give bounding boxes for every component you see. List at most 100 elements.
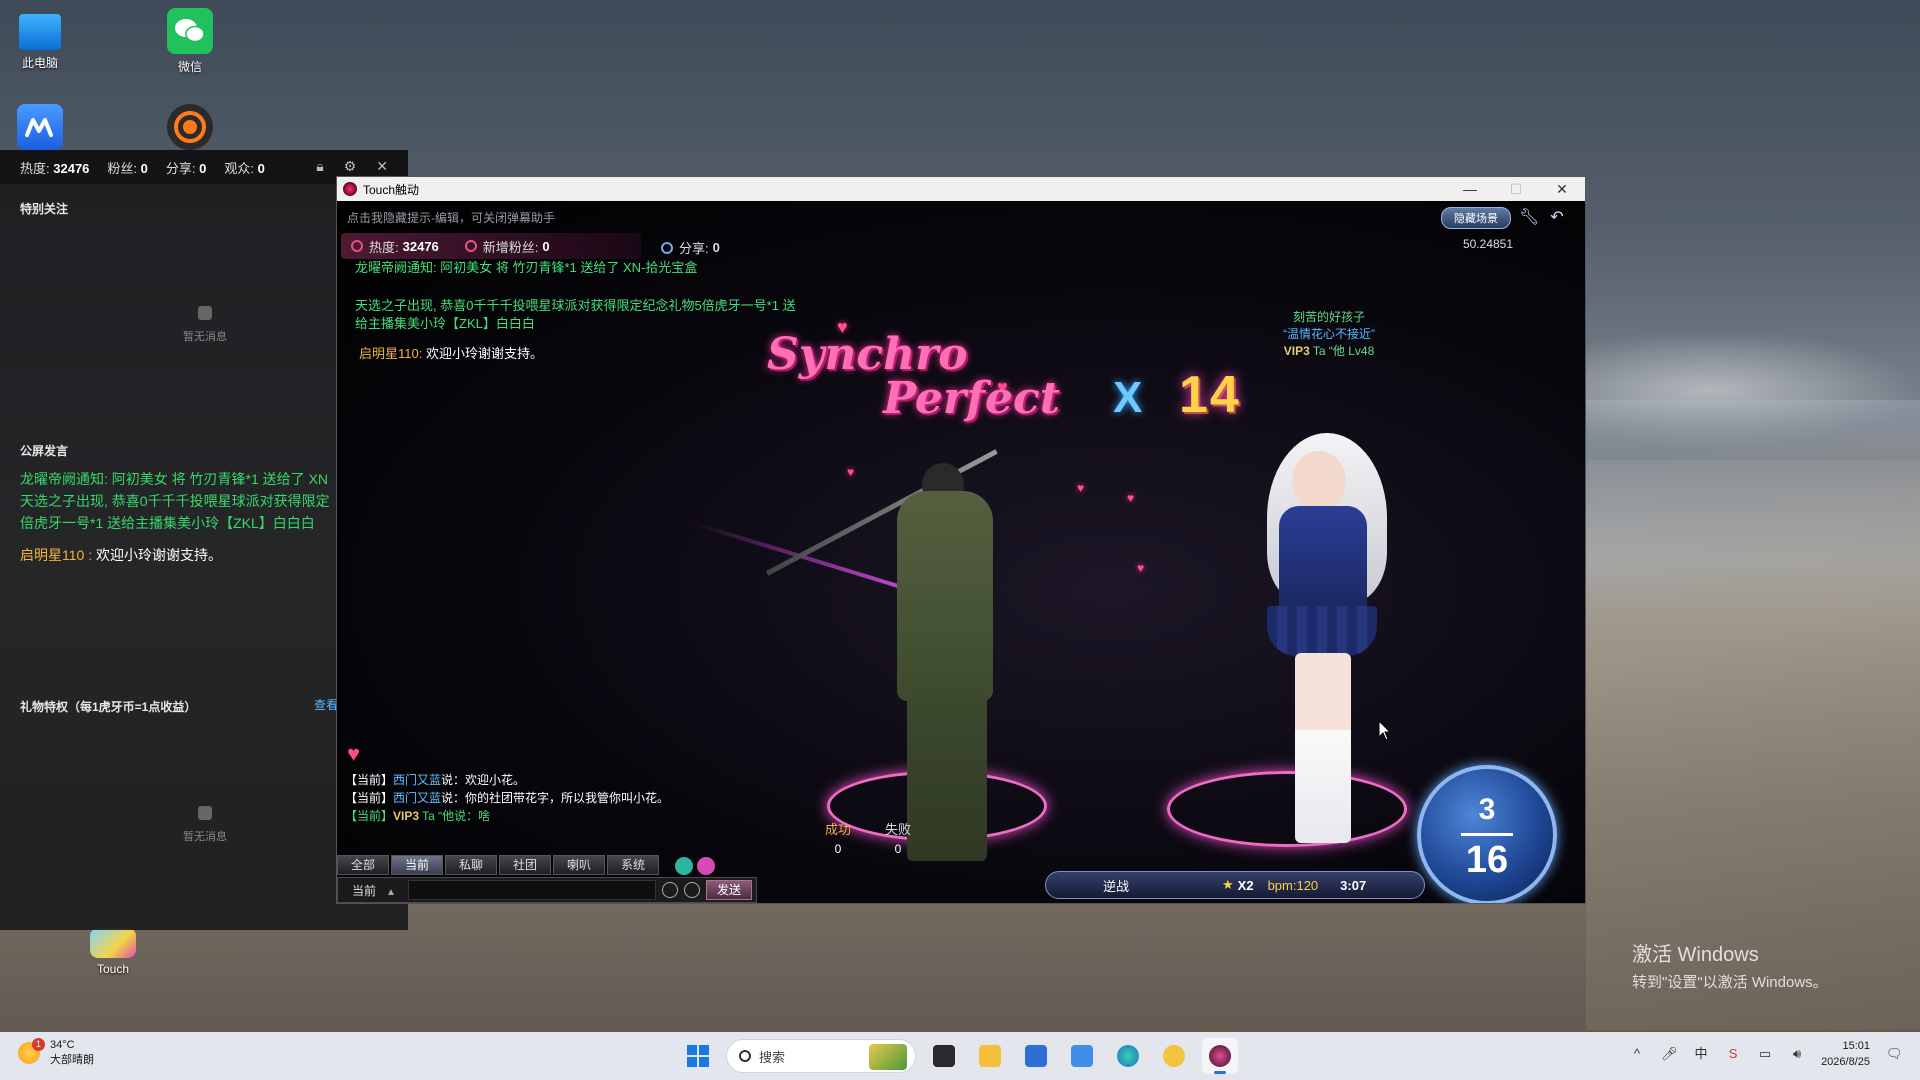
sun-icon: 1 [18, 1038, 45, 1064]
fail-value: 0 [894, 842, 902, 856]
watermark-title: 激活 Windows [1632, 944, 1759, 966]
game-window: Touch触动 — ☐ ✕ 点击我隐藏提示-编辑，可关闭弹幕助手 热度: 3247… [336, 176, 1586, 904]
mouse-cursor-icon [1378, 720, 1392, 741]
public-chat-title: 公屏发言 [20, 444, 69, 458]
weather-description: 大部晴朗 [50, 1054, 94, 1066]
overlay-hint[interactable]: 点击我隐藏提示-编辑，可关闭弹幕助手 [347, 209, 555, 226]
wechat-icon [167, 8, 213, 54]
combo-x: X [1113, 373, 1143, 422]
star-icon: ★ [1222, 877, 1234, 892]
taskbar-search[interactable]: 搜索 [726, 1039, 916, 1073]
lock-icon[interactable]: 🔒︎ [316, 158, 323, 175]
send-button[interactable]: 发送 [706, 880, 752, 900]
triangle-up-icon: ▲ [386, 886, 396, 898]
song-info-bar: 逆战 ★ X2 bpm:120 3:07 [1045, 871, 1425, 899]
antivirus-icon[interactable]: S [1725, 1046, 1741, 1062]
desktop-icon-meeting[interactable] [0, 104, 80, 154]
dancer-female-legs [1295, 653, 1351, 843]
tab-system[interactable]: 系统 [607, 855, 659, 875]
file-explorer-button[interactable] [972, 1038, 1008, 1074]
close-button[interactable]: ✕ [1539, 177, 1585, 201]
heart-sparkle-icon: ♥ [1127, 491, 1135, 505]
chat-heart-icon[interactable]: ♥ [347, 741, 360, 767]
hide-scene-button[interactable]: 隐藏场景 [1441, 207, 1511, 229]
chevron-up-icon[interactable]: ^ [1629, 1046, 1645, 1062]
chat-input[interactable] [408, 880, 656, 900]
tab-all[interactable]: 全部 [337, 855, 389, 875]
no-sound-icon[interactable] [662, 882, 678, 898]
chat-line: 天选之子出现, 恭喜0千千千投喂星球派对获得限定 [20, 493, 330, 509]
desktop-icon-wechat[interactable]: 微信 [150, 8, 230, 75]
minimize-button[interactable]: — [1447, 177, 1493, 201]
computer-icon [19, 14, 61, 50]
tab-current[interactable]: 当前 [391, 855, 443, 875]
desktop-icon-this-pc[interactable]: 此电脑 [0, 8, 80, 71]
heart-sparkle-icon: ♥ [847, 465, 855, 479]
edge-icon [1117, 1045, 1139, 1067]
watermark-subtitle: 转到"设置"以激活 Windows。 [1632, 974, 1828, 991]
weather-temperature: 34°C [50, 1039, 75, 1051]
view-link[interactable]: 查看 [314, 696, 338, 713]
notification-icon[interactable]: 🗨︎ [1886, 1046, 1903, 1062]
tab-private[interactable]: 私聊 [445, 855, 497, 875]
taskbar: 1 34°C 大部晴朗 搜索 ^ 🎤︎ 中 S ▭ 🔊︎ 15:01 2026/… [0, 1032, 1920, 1080]
round-progress-dial: 3 16 [1417, 765, 1557, 903]
window-title-bar[interactable]: Touch触动 — ☐ ✕ [337, 177, 1585, 201]
game-scene[interactable]: 点击我隐藏提示-编辑，可关闭弹幕助手 热度: 32476 新增粉丝: 0 分享: 0 … [337, 201, 1585, 903]
empty-message-text: 暂无消息 [183, 331, 227, 343]
smiley-icon[interactable] [684, 882, 700, 898]
heart-sparkle-icon: ♥ [1077, 481, 1085, 495]
special-follow-title: 特别关注 [20, 202, 69, 216]
empty-icon [198, 806, 212, 820]
player-nameplate: 刻苦的好孩子 “温情花心不接近” VIP3 Ta “他 Lv48 [1283, 309, 1375, 360]
wrench-icon[interactable]: 🔧︎ [1519, 208, 1539, 228]
close-icon[interactable]: ✕ [376, 158, 388, 175]
share-stat: 分享: 0 [661, 238, 720, 257]
laser-effect [691, 521, 923, 596]
heart-icon [464, 240, 477, 252]
undo-icon[interactable]: ↶ [1547, 208, 1567, 228]
overlay-stats-bar: 热度: 32476 新增粉丝: 0 [341, 233, 641, 259]
microphone-icon[interactable]: 🎤︎ [1661, 1046, 1678, 1062]
viewers-stat: 观众: 0 [224, 160, 265, 176]
store-button[interactable] [1018, 1038, 1054, 1074]
ime-indicator[interactable]: 中 [1693, 1046, 1709, 1062]
desktop-icon-touch[interactable]: Touch [73, 928, 153, 976]
fire-icon [351, 240, 363, 252]
window-title: Touch触动 [363, 182, 420, 197]
volume-icon[interactable]: 🔊︎ [1789, 1046, 1805, 1062]
game-launcher-icon [1163, 1045, 1185, 1067]
start-button[interactable] [680, 1038, 716, 1074]
chat-line: 【当前】西门又蓝说：欢迎小花。 [345, 773, 526, 787]
chat-username[interactable]: 西门又蓝 [393, 791, 441, 805]
chat-username[interactable]: 西门又蓝 [393, 773, 441, 787]
tab-club[interactable]: 社团 [499, 855, 551, 875]
notification-badge: 1 [32, 1038, 45, 1051]
chat-text: 欢迎小玲谢谢支持。 [422, 346, 543, 361]
empty-message-text: 暂无消息 [183, 831, 227, 843]
gear-icon[interactable]: ⚙ [344, 158, 357, 175]
share-icon [661, 241, 673, 254]
chat-channel-select[interactable]: 当前 ▲ [338, 882, 408, 899]
heart-sparkle-icon: ♥ [1137, 561, 1145, 575]
touch-game-icon [90, 928, 136, 958]
game-launcher-button[interactable] [1156, 1038, 1192, 1074]
combo-banner: Synchro Perfect X 14 [767, 329, 1287, 459]
success-value: 0 [834, 842, 842, 856]
whiteboard-button[interactable] [1064, 1038, 1100, 1074]
round-total: 16 [1465, 839, 1509, 881]
empty-message-placeholder: 暂无消息 [170, 806, 240, 844]
success-label: 成功 [825, 822, 852, 837]
weather-widget[interactable]: 1 34°C 大部晴朗 [18, 1038, 94, 1068]
emote-icon[interactable] [697, 857, 715, 875]
emoji-icon[interactable] [675, 857, 693, 875]
desktop-icon-recorder[interactable] [150, 104, 230, 154]
edge-button[interactable] [1110, 1038, 1146, 1074]
task-view-button[interactable] [926, 1038, 962, 1074]
system-clock[interactable]: 15:01 2026/8/25 [1821, 1038, 1870, 1070]
network-icon[interactable]: ▭ [1757, 1046, 1773, 1062]
touch-taskbar-button[interactable] [1202, 1038, 1238, 1074]
system-notice: 龙曜帝阙通知: 阿初美女 将 竹刃青锋*1 送给了 XN-拾光宝盒 [355, 260, 698, 275]
tab-speaker[interactable]: 喇叭 [553, 855, 605, 875]
maximize-button[interactable]: ☐ [1493, 177, 1539, 201]
